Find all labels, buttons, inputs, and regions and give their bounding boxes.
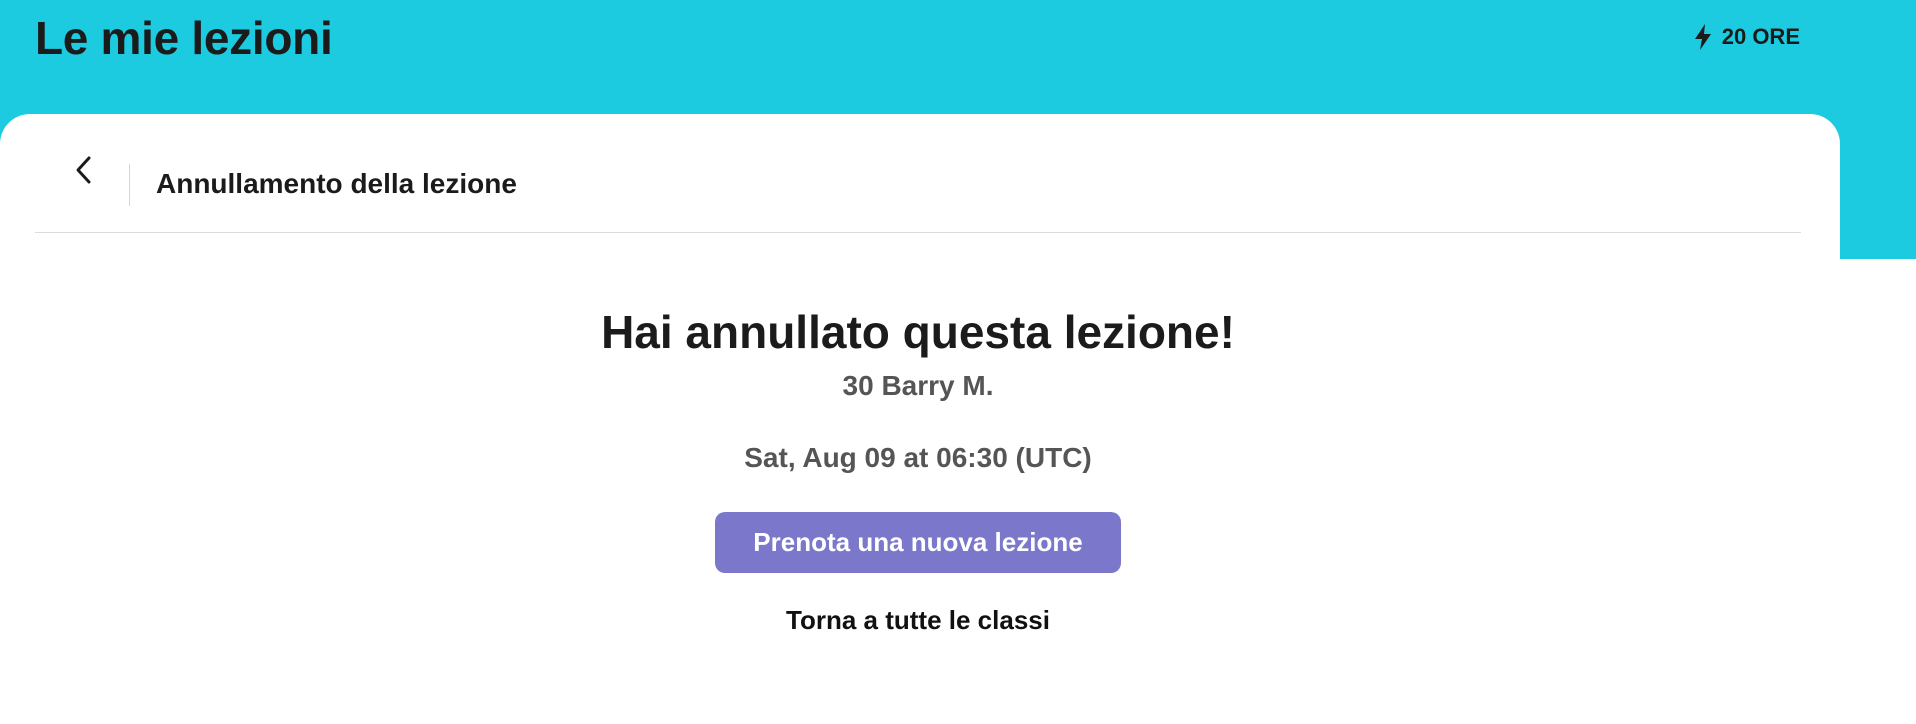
confirmation-section: Hai annullato questa lezione! 30 Barry M… (0, 300, 1836, 637)
hours-balance: 20 ORE (1694, 22, 1800, 52)
confirmation-headline: Hai annullato questa lezione! (601, 306, 1235, 358)
chevron-left-icon (74, 155, 92, 190)
back-to-all-classes-link[interactable]: Torna a tutte le classi (0, 603, 1836, 637)
hours-label: 20 ORE (1721, 24, 1800, 49)
back-button[interactable] (61, 150, 105, 194)
lesson-cancellation-card: Annullamento della lezione Hai annullato… (0, 114, 1840, 724)
lesson-datetime: Sat, Aug 09 at 06:30 (UTC) (744, 442, 1092, 473)
header-divider (129, 164, 130, 206)
teacher-name: 30 Barry M. (842, 370, 994, 401)
lightning-bolt-icon (1694, 24, 1712, 50)
card-title: Annullamento della lezione (156, 168, 517, 199)
card-header: Annullamento della lezione (35, 114, 1801, 233)
page-title: Le mie lezioni (35, 12, 333, 64)
book-new-lesson-button[interactable]: Prenota una nuova lezione (715, 512, 1121, 573)
